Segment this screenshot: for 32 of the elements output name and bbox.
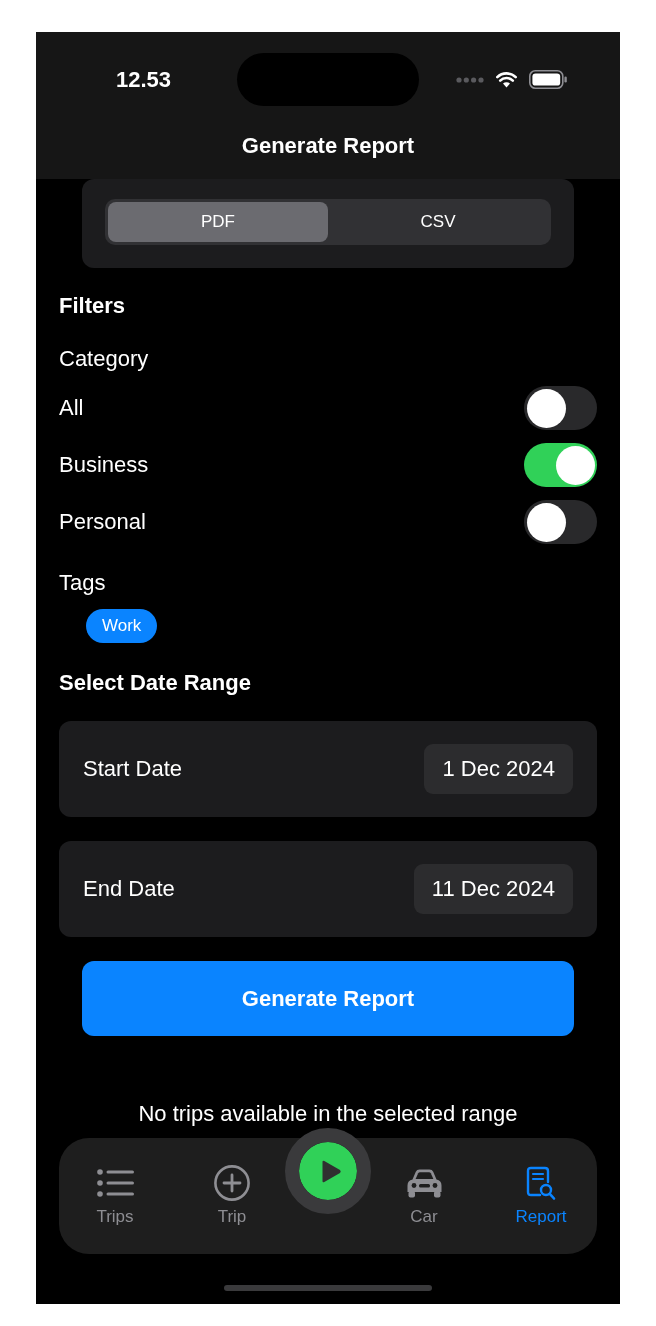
tab-bar-item[interactable]: Trip [214,1165,250,1228]
date-picker-button[interactable]: 11 Dec 2024 [413,864,573,914]
category-label: Category [59,346,149,372]
wifi-icon [496,71,517,88]
tag-chip[interactable]: Work [86,609,158,643]
tab-bar-item[interactable]: Trips [96,1165,134,1228]
tab-bar-item[interactable]: Report [515,1165,567,1228]
tab-bar-item[interactable]: Car [405,1165,443,1228]
plus-circle-icon [214,1165,250,1201]
date-picker-button[interactable]: 1 Dec 2024 [424,744,573,794]
status-time: 12.53 [115,66,172,93]
generate-report-button[interactable]: Generate Report [82,961,574,1036]
car-icon [405,1168,443,1198]
format-segment[interactable]: CSV [328,202,548,242]
section-heading: Select Date Range [59,670,251,696]
signal-icon [456,76,484,83]
battery-icon [529,70,567,89]
empty-state-message: No trips available in the selected range [138,1100,518,1128]
toggle-switch[interactable] [524,443,597,487]
section-heading: Filters [59,293,126,319]
toggle-switch[interactable] [524,500,597,544]
category-option-label: Business [59,452,149,478]
category-option-label: All [59,395,84,421]
category-option-label: Personal [59,509,146,535]
document-search-icon [526,1165,556,1201]
date-label: End Date [83,876,175,902]
tags-label: Tags [59,570,106,596]
date-label: Start Date [83,756,183,782]
toggle-switch[interactable] [524,386,597,430]
list-icon [96,1169,134,1197]
format-segment[interactable]: PDF [108,202,328,242]
screen-title: Generate Report [241,132,415,160]
